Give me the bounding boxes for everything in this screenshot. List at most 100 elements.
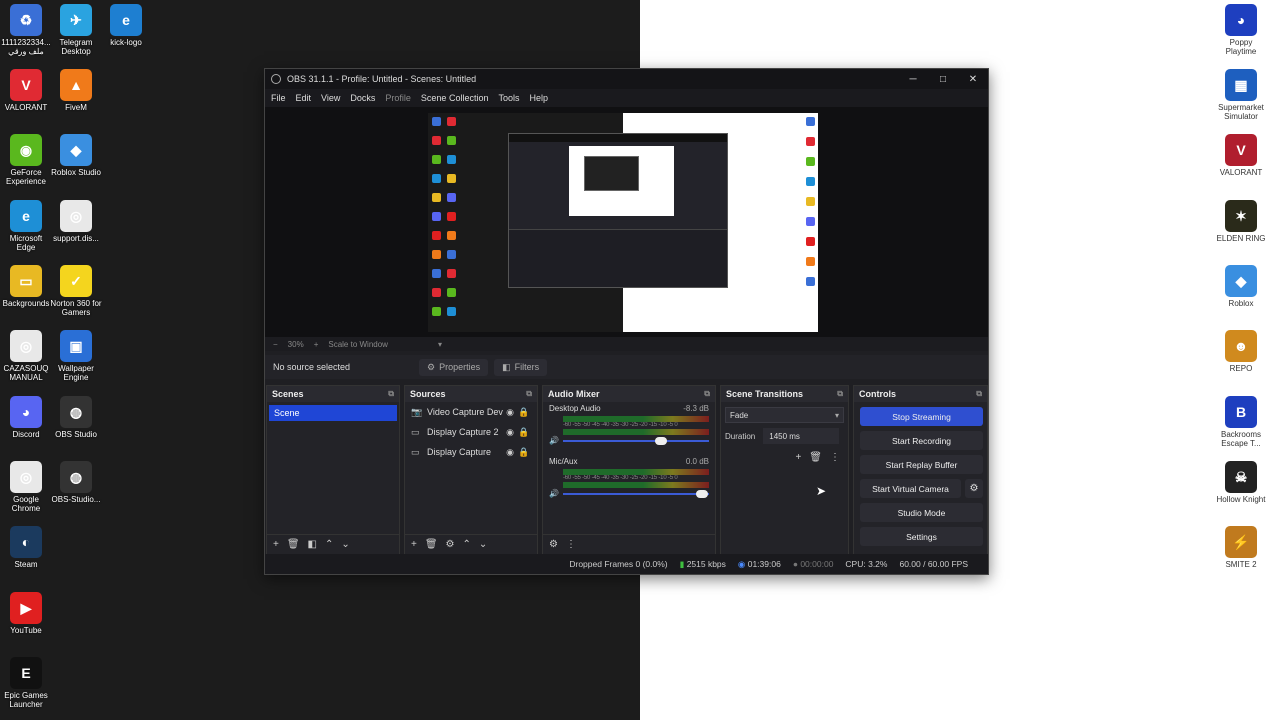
maximize-button[interactable]: □ (928, 74, 958, 85)
duration-field[interactable]: 1450 ms (763, 428, 840, 444)
desktop-icon[interactable]: ◍ OBS-Studio... (50, 461, 102, 504)
desktop-icon[interactable]: ◕ Poppy Playtime (1215, 4, 1267, 56)
desktop-icon[interactable]: B Backrooms Escape T... (1215, 396, 1267, 448)
preview-area[interactable] (265, 107, 988, 337)
filter-icon[interactable]: ◧ (308, 539, 317, 550)
zoom-in-button[interactable]: + (314, 340, 319, 349)
lock-icon[interactable]: 🔒 (517, 427, 531, 438)
trash-icon[interactable]: 🗑 (425, 539, 438, 550)
menu-tools[interactable]: Tools (498, 93, 519, 103)
zoom-dropdown-icon[interactable]: ▾ (438, 340, 442, 349)
desktop-icon[interactable]: ◉ GeForce Experience (0, 134, 52, 186)
menu-file[interactable]: File (271, 93, 286, 103)
menu-help[interactable]: Help (529, 93, 548, 103)
popout-icon[interactable]: ⧉ (388, 389, 394, 399)
volume-slider[interactable] (563, 489, 709, 498)
desktop-icon[interactable]: V VALORANT (1215, 134, 1267, 177)
gear-icon[interactable]: ⚙ (965, 479, 983, 498)
desktop-icon[interactable]: ☻ REPO (1215, 330, 1267, 373)
scene-item[interactable]: Scene (269, 405, 397, 421)
eye-icon[interactable]: ◉ (503, 447, 517, 458)
desktop-icon[interactable]: ☠ Hollow Knight (1215, 461, 1267, 504)
desktop-icon[interactable]: ▶ YouTube (0, 592, 52, 635)
desktop-icon[interactable]: ◎ Google Chrome (0, 461, 52, 513)
studio-mode-button[interactable]: Studio Mode (860, 503, 983, 522)
menu-profile[interactable]: Profile (385, 93, 411, 103)
scale-to-window[interactable]: Scale to Window (328, 340, 388, 349)
source-row[interactable]: ▭ Display Capture 2 ◉ 🔒 (405, 422, 537, 442)
eye-icon[interactable]: ◉ (503, 407, 517, 418)
zoom-out-button[interactable]: − (273, 340, 278, 349)
stop-streaming-button[interactable]: Stop Streaming (860, 407, 983, 426)
eye-icon[interactable]: ◉ (503, 427, 517, 438)
close-button[interactable]: ✕ (958, 74, 988, 85)
source-row[interactable]: 📷 Video Capture Dev ◉ 🔒 (405, 402, 537, 422)
desktop-icon[interactable]: ✶ ELDEN RING (1215, 200, 1267, 243)
desktop-icon[interactable]: ◐ Steam (0, 526, 52, 569)
popout-icon[interactable]: ⧉ (526, 389, 532, 399)
preview-canvas[interactable] (428, 113, 818, 332)
filters-button[interactable]: ◧ Filters (494, 358, 548, 376)
trash-icon[interactable]: 🗑 (287, 539, 300, 550)
start-virtual-camera-button[interactable]: Start Virtual Camera (860, 479, 961, 498)
desktop-icon[interactable]: ✓ Norton 360 for Gamers (50, 265, 102, 317)
add-icon[interactable]: + (411, 539, 417, 550)
source-row[interactable]: ▭ Display Capture ◉ 🔒 (405, 442, 537, 462)
menu-scene-collection[interactable]: Scene Collection (421, 93, 489, 103)
desktop-icon[interactable]: ▣ Wallpaper Engine (50, 330, 102, 382)
app-icon: ⚡ (1225, 526, 1257, 558)
gear-icon[interactable]: ⚙ (446, 539, 455, 550)
desktop-icon-label: Supermarket Simulator (1218, 103, 1264, 121)
desktop-icon-label: OBS Studio (55, 430, 97, 439)
popout-icon[interactable]: ⧉ (837, 389, 843, 399)
start-replay-buffer-button[interactable]: Start Replay Buffer (860, 455, 983, 474)
desktop-icon[interactable]: E Epic Games Launcher (0, 657, 52, 709)
desktop-icon[interactable]: ◍ OBS Studio (50, 396, 102, 439)
trash-icon[interactable]: 🗑 (809, 452, 822, 463)
popout-icon[interactable]: ⧉ (976, 389, 982, 399)
start-recording-button[interactable]: Start Recording (860, 431, 983, 450)
captured-desktop-icon (432, 155, 441, 164)
desktop-icon[interactable]: ▭ Backgrounds (0, 265, 52, 308)
move-down-icon[interactable]: ⌄ (479, 539, 487, 550)
desktop-icon[interactable]: ◎ CAZASOUQ MANUAL (0, 330, 52, 382)
lock-icon[interactable]: 🔒 (517, 407, 531, 418)
app-icon: ◎ (60, 200, 92, 232)
desktop-icon[interactable]: ▦ Supermarket Simulator (1215, 69, 1267, 121)
popout-icon[interactable]: ⧉ (704, 389, 710, 399)
speaker-icon[interactable]: 🔊 (549, 489, 563, 498)
menu-edit[interactable]: Edit (296, 93, 312, 103)
desktop-icon[interactable]: e Microsoft Edge (0, 200, 52, 252)
volume-slider[interactable] (563, 436, 709, 445)
captured-desktop-icon (447, 307, 456, 316)
menu-docks[interactable]: Docks (350, 93, 375, 103)
menu-view[interactable]: View (321, 93, 340, 103)
desktop-icon[interactable]: ♻ 1111232334... ملف ورقي (0, 4, 52, 56)
desktop-icon[interactable]: ◎ support.dis... (50, 200, 102, 243)
desktop-icon[interactable]: e kick-logo (100, 4, 152, 47)
add-icon[interactable]: + (795, 452, 801, 463)
volume-knob[interactable] (655, 436, 668, 445)
settings-button[interactable]: Settings (860, 527, 983, 546)
more-options-icon[interactable]: ⋮ (830, 452, 840, 463)
desktop-icon[interactable]: ◕ Discord (0, 396, 52, 439)
desktop-icon[interactable]: V VALORANT (0, 69, 52, 112)
desktop-icon[interactable]: ◆ Roblox Studio (50, 134, 102, 177)
lock-icon[interactable]: 🔒 (517, 447, 531, 458)
desktop-icon[interactable]: ◆ Roblox (1215, 265, 1267, 308)
minimize-button[interactable]: ─ (898, 74, 928, 85)
speaker-icon[interactable]: 🔊 (549, 436, 563, 445)
advanced-audio-icon[interactable]: ⚙ (549, 539, 558, 550)
captured-desktop-icon (432, 212, 441, 221)
volume-knob[interactable] (696, 489, 709, 498)
add-icon[interactable]: + (273, 539, 279, 550)
desktop-icon[interactable]: ✈ Telegram Desktop (50, 4, 102, 56)
move-down-icon[interactable]: ⌄ (341, 539, 349, 550)
transition-select[interactable]: Fade ▾ (725, 407, 844, 423)
move-up-icon[interactable]: ⌃ (325, 539, 333, 550)
properties-button[interactable]: ⚙ Properties (419, 358, 489, 376)
move-up-icon[interactable]: ⌃ (463, 539, 471, 550)
desktop-icon[interactable]: ▲ FiveM (50, 69, 102, 112)
more-options-icon[interactable]: ⋮ (566, 539, 576, 550)
desktop-icon[interactable]: ⚡ SMITE 2 (1215, 526, 1267, 569)
